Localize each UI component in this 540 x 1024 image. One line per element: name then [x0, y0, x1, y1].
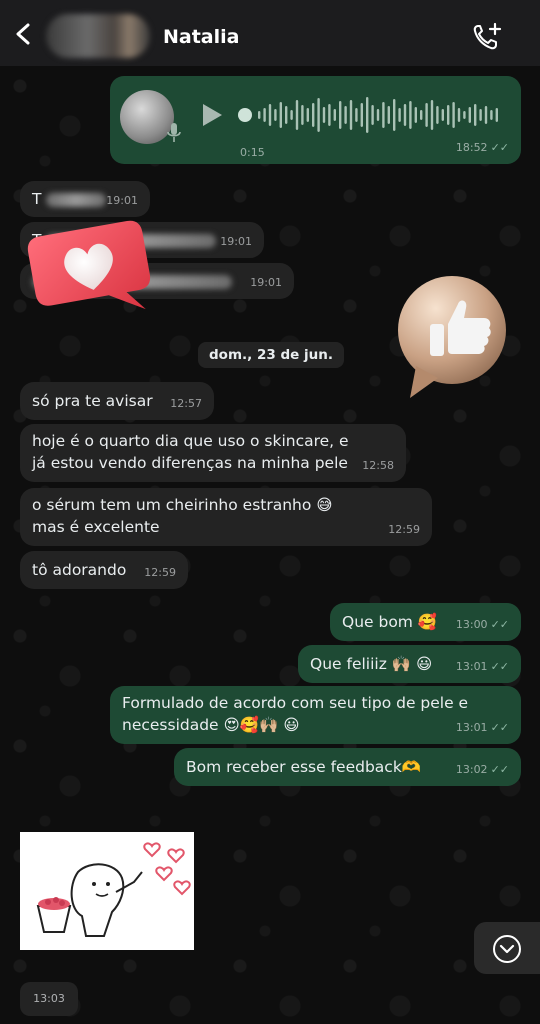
redacted-text [46, 192, 107, 207]
waveform-bar [322, 107, 326, 123]
waveform-bar [430, 100, 434, 130]
voice-message-bubble[interactable]: 0:15 18:52 ✓✓ [110, 76, 521, 164]
message-text: Formulado de acordo com seu tipo de pele… [122, 694, 469, 734]
message-time: 12:58 [362, 459, 394, 472]
waveform-bar [312, 103, 315, 127]
message-text: Bom receber esse feedback🫶 [186, 758, 422, 776]
waveform-bar [268, 104, 272, 126]
waveform-bar [425, 103, 428, 127]
waveform-bar [452, 102, 455, 128]
message-time: 12:57 [170, 397, 202, 410]
outgoing-message[interactable]: Que feliiiz 🙌🏼 😃 13:01 ✓✓ [298, 645, 521, 683]
heart-reaction-sticker [27, 220, 151, 310]
read-receipt-icon: ✓✓ [490, 618, 509, 631]
thumbs-up-reaction-sticker [398, 276, 506, 398]
redacted-message[interactable]: T 19:01 [20, 181, 150, 217]
waveform-bar [279, 102, 282, 128]
waveform-bar [290, 110, 293, 120]
waveform-bar [339, 101, 342, 129]
message-time: 13:00 ✓✓ [455, 618, 509, 631]
waveform-bar [495, 108, 498, 122]
waveform-bar [366, 97, 369, 133]
voice-duration: 0:15 [240, 146, 265, 159]
message-time: 19:01 [250, 276, 282, 289]
message-time: 13:01 ✓✓ [455, 721, 509, 734]
scroll-to-bottom-button[interactable] [474, 922, 540, 974]
chat-header: Natalia [0, 0, 540, 66]
chevron-left-icon[interactable] [12, 22, 36, 46]
message-time: 19:01 [106, 194, 138, 207]
outgoing-message[interactable]: Bom receber esse feedback🫶 13:02 ✓✓ [174, 748, 521, 786]
waveform-bar [409, 101, 412, 129]
phone-add-icon[interactable] [470, 20, 504, 54]
waveform-bar [420, 110, 423, 120]
message-text: o sérum tem um cheirinho estranho 😅 mas … [32, 496, 333, 536]
waveform-bar [436, 106, 439, 124]
message-time: 18:52 ✓✓ [455, 141, 509, 154]
waveform-bar [484, 106, 488, 124]
waveform-bar [355, 108, 358, 122]
waveform-bar [468, 107, 471, 123]
incoming-message[interactable]: só pra te avisar 12:57 [20, 382, 214, 420]
waveform-bar [274, 109, 277, 121]
waveform-bar [441, 109, 444, 121]
message-time: 12:59 [388, 523, 420, 536]
incoming-message[interactable]: tô adorando 12:59 [20, 551, 188, 589]
contact-avatar[interactable] [46, 14, 150, 58]
read-receipt-icon: ✓✓ [490, 141, 509, 154]
waveform-bar [490, 110, 493, 120]
message-text: hoje é o quarto dia que uso o skincare, … [32, 432, 349, 472]
outgoing-message[interactable]: Formulado de acordo com seu tipo de pele… [110, 686, 521, 744]
waveform-bar [371, 105, 374, 125]
waveform-bar [349, 100, 353, 130]
waveform-bar [328, 104, 331, 126]
read-receipt-icon: ✓✓ [490, 660, 509, 673]
waveform-bar [387, 106, 390, 124]
message-text: T [32, 190, 42, 208]
waveform-bar [258, 111, 261, 119]
message-text: tô adorando [32, 561, 127, 579]
waveform-bar [376, 109, 380, 121]
date-separator: dom., 23 de jun. [198, 342, 344, 368]
waveform-bar [403, 104, 407, 126]
message-time: 13:01 ✓✓ [455, 660, 509, 673]
message-time: 19:01 [220, 235, 252, 248]
message-time: 12:59 [144, 566, 176, 579]
read-receipt-icon: ✓✓ [490, 721, 509, 734]
waveform-bar [295, 100, 299, 130]
message-time: 13:02 ✓✓ [455, 763, 509, 776]
waveform-bar [263, 108, 266, 122]
microphone-icon [167, 123, 181, 142]
waveform-bar [463, 111, 466, 119]
waveform-bar [333, 109, 336, 121]
waveform-bar [360, 103, 363, 127]
waveform-bar [457, 108, 461, 122]
playback-position-handle[interactable] [238, 108, 252, 122]
waveform-bar [447, 105, 450, 125]
audio-waveform[interactable] [256, 96, 506, 134]
waveform-bar [301, 105, 304, 125]
waveform-bar [479, 109, 482, 121]
sticker-time: 13:03 [20, 982, 78, 1016]
waveform-bar [474, 104, 477, 126]
chevron-down-circle-icon [493, 935, 521, 963]
outgoing-message[interactable]: Que bom 🥰 13:00 ✓✓ [330, 603, 521, 641]
waveform-bar [398, 108, 401, 122]
waveform-bar [382, 102, 385, 128]
message-text: Que bom 🥰 [342, 613, 438, 631]
message-text: só pra te avisar [32, 392, 153, 410]
waveform-bar [306, 108, 309, 122]
doodle-sticker[interactable] [20, 832, 194, 950]
waveform-bar [317, 98, 320, 132]
waveform-bar [414, 107, 417, 123]
play-icon[interactable] [200, 102, 224, 128]
read-receipt-icon: ✓✓ [490, 763, 509, 776]
incoming-message[interactable]: o sérum tem um cheirinho estranho 😅 mas … [20, 488, 432, 546]
incoming-message[interactable]: hoje é o quarto dia que uso o skincare, … [20, 424, 406, 482]
contact-name[interactable]: Natalia [163, 26, 239, 48]
waveform-bar [285, 106, 288, 124]
waveform-bar [344, 106, 347, 124]
waveform-bar [393, 99, 396, 131]
message-text: Que feliiiz 🙌🏼 😃 [310, 655, 433, 673]
